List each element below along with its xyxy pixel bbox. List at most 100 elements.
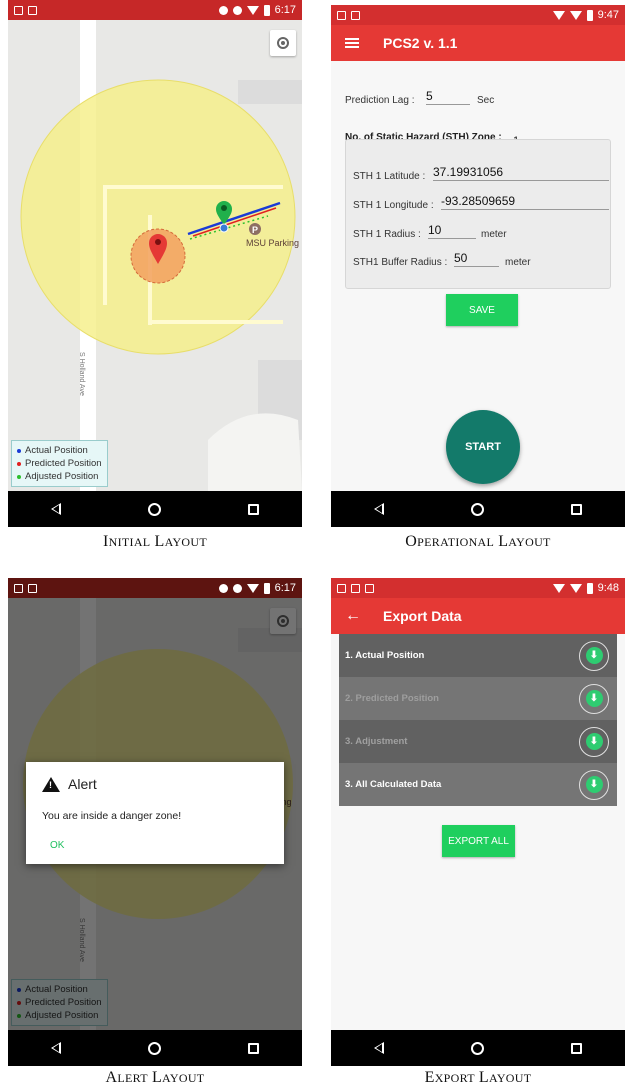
ok-button[interactable]: OK [50,840,64,851]
buffer-radius-label: STH1 Buffer Radius : [353,257,448,268]
recents-icon[interactable] [247,1042,259,1054]
sim-icon [351,10,360,20]
operational-layout-screen: 9:47 PCS2 v. 1.1 Prediction Lag : 5 Sec … [331,5,625,527]
legend-dot-icon [17,461,21,466]
navigation-bar [8,491,302,527]
back-icon[interactable] [374,1042,385,1054]
navigation-bar [331,491,625,527]
sim-icon [28,5,37,15]
export-row-label: 1. Actual Position [345,650,425,661]
legend-label: Actual Position [25,445,88,456]
back-icon[interactable] [51,503,62,515]
export-all-button[interactable]: EXPORT ALL [442,825,515,857]
export-row-adjustment[interactable]: 3. Adjustment ⬇ [339,720,617,763]
navigation-bar [331,1030,625,1066]
download-button[interactable]: ⬇ [579,683,609,714]
buffer-radius-input[interactable]: 50 [454,251,499,267]
alert-dialog: Alert You are inside a danger zone! OK [26,762,284,864]
back-icon[interactable] [51,1042,62,1054]
download-icon: ⬇ [585,776,603,793]
prediction-lag-input[interactable]: 5 [426,89,470,105]
back-icon[interactable] [374,503,385,515]
export-row-label: 2. Predicted Position [345,693,439,704]
status-bar: 9:48 [331,578,625,598]
notification-icon [14,583,23,593]
map-view[interactable]: P MSU Parking S Holland Ave Actual Posit… [8,20,302,491]
alert-layout-screen: 6:17 S Holland Ave rking Actual Position… [8,578,302,1066]
initial-layout-screen: 6:17 P MSU Parking S Holland Ave Actual … [8,0,302,527]
download-button[interactable]: ⬇ [579,769,609,800]
dnd-icon [232,583,242,593]
parking-icon: P [249,223,261,235]
signal-icon [569,10,582,20]
status-bar: 9:47 [331,5,625,25]
download-button[interactable]: ⬇ [579,726,609,757]
export-row-all[interactable]: 3. All Calculated Data ⬇ [339,763,617,806]
app-bar: ← Export Data [331,598,625,634]
status-time: 6:17 [274,582,296,594]
svg-text:P: P [252,225,258,235]
place-label: MSU Parking [246,238,299,248]
arrow-back-icon[interactable]: ← [345,607,361,625]
app-title: PCS2 v. 1.1 [383,35,458,51]
map-legend: Actual Position Predicted Position Adjus… [11,440,108,487]
export-list: 1. Actual Position ⬇ 2. Predicted Positi… [339,634,617,806]
longitude-input[interactable]: -93.28509659 [441,194,609,210]
sim-icon [365,583,374,593]
battery-icon [586,582,593,594]
legend-item: Predicted Position [17,457,102,470]
status-time: 9:47 [597,9,619,21]
mail-icon [337,10,346,20]
signal-icon [569,583,582,593]
location-status-icon [218,583,228,593]
download-button[interactable]: ⬇ [579,640,609,671]
alert-message: You are inside a danger zone! [42,810,182,822]
legend-item: Actual Position [17,444,102,457]
signal-icon [246,583,259,593]
caption-export: EXPORT LAYOUT [424,1069,532,1086]
status-time: 9:48 [597,582,619,594]
notification-icon [337,583,346,593]
dnd-icon [232,5,242,15]
radius-unit: meter [481,229,507,240]
buffer-zone [20,79,296,355]
sim-icon [28,583,37,593]
radius-label: STH 1 Radius : [353,229,421,240]
status-bar: 6:17 [8,578,302,598]
app-title: Export Data [383,608,462,624]
caption-initial: INITIAL LAYOUT [103,533,207,550]
my-location-button[interactable] [270,30,296,56]
battery-icon [586,9,593,21]
home-icon[interactable] [470,502,484,516]
buffer-radius-unit: meter [505,257,531,268]
download-icon: ⬇ [585,647,603,664]
map-canvas: P MSU Parking S Holland Ave [8,20,302,491]
wifi-icon [552,583,565,593]
notification-icon [14,5,23,15]
legend-label: Adjusted Position [25,471,99,482]
export-row-predicted[interactable]: 2. Predicted Position ⬇ [339,677,617,720]
status-bar: 6:17 [8,0,302,20]
recents-icon[interactable] [570,503,582,515]
menu-icon[interactable] [345,38,359,48]
latitude-input[interactable]: 37.19931056 [433,165,609,181]
save-button[interactable]: SAVE [446,294,518,326]
alert-title-text: Alert [68,776,97,792]
prediction-lag-unit: Sec [477,95,495,106]
recents-icon[interactable] [247,503,259,515]
start-button[interactable]: START [446,410,520,484]
navigation-bar [8,1030,302,1066]
home-icon[interactable] [147,502,161,516]
recents-icon[interactable] [570,1042,582,1054]
alert-title: Alert [42,776,97,792]
radius-input[interactable]: 10 [428,223,476,239]
longitude-label: STH 1 Longitude : [353,200,434,211]
latitude-label: STH 1 Latitude : [353,171,426,182]
download-icon: ⬇ [585,733,603,750]
legend-dot-icon [17,474,21,479]
home-icon[interactable] [470,1041,484,1055]
legend-dot-icon [17,448,21,453]
export-row-actual[interactable]: 1. Actual Position ⬇ [339,634,617,677]
caption-operational: OPERATIONAL LAYOUT [405,533,551,550]
home-icon[interactable] [147,1041,161,1055]
